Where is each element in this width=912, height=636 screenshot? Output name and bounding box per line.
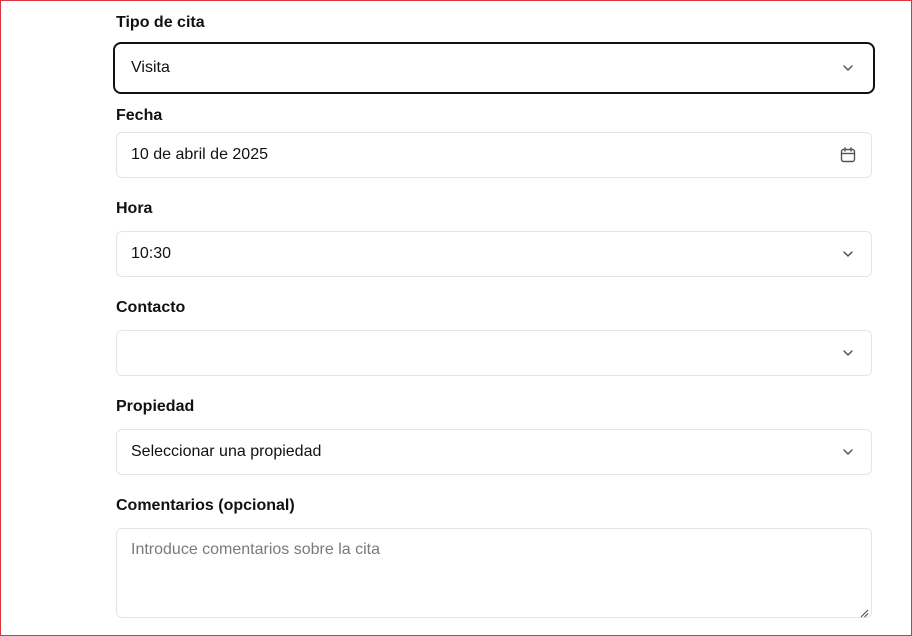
date-label: Fecha — [116, 107, 163, 124]
appointment-type-value: Visita — [131, 59, 170, 76]
comments-placeholder: Introduce comentarios sobre la cita — [131, 541, 381, 558]
date-picker-button[interactable]: 10 de abril de 2025 — [116, 132, 872, 178]
appointment-type-label: Tipo de cita — [116, 14, 205, 31]
time-select[interactable]: 10:30 — [116, 231, 872, 277]
contact-label: Contacto — [116, 299, 186, 316]
property-value: Seleccionar una propiedad — [131, 443, 322, 460]
calendar-icon — [839, 146, 857, 164]
time-label: Hora — [116, 200, 153, 217]
property-select[interactable]: Seleccionar una propiedad — [116, 429, 872, 475]
date-value: 10 de abril de 2025 — [131, 146, 268, 163]
contact-select[interactable] — [116, 330, 872, 376]
comments-textarea[interactable]: Introduce comentarios sobre la cita — [116, 528, 872, 618]
comments-label: Comentarios (opcional) — [116, 497, 295, 514]
resize-handle-icon[interactable] — [859, 605, 869, 618]
chevron-down-icon — [839, 59, 857, 77]
time-value: 10:30 — [131, 245, 172, 262]
chevron-down-icon — [839, 245, 857, 263]
appointment-type-select[interactable]: Visita — [113, 42, 875, 94]
chevron-down-icon — [839, 344, 857, 362]
property-label: Propiedad — [116, 398, 195, 415]
chevron-down-icon — [839, 443, 857, 461]
